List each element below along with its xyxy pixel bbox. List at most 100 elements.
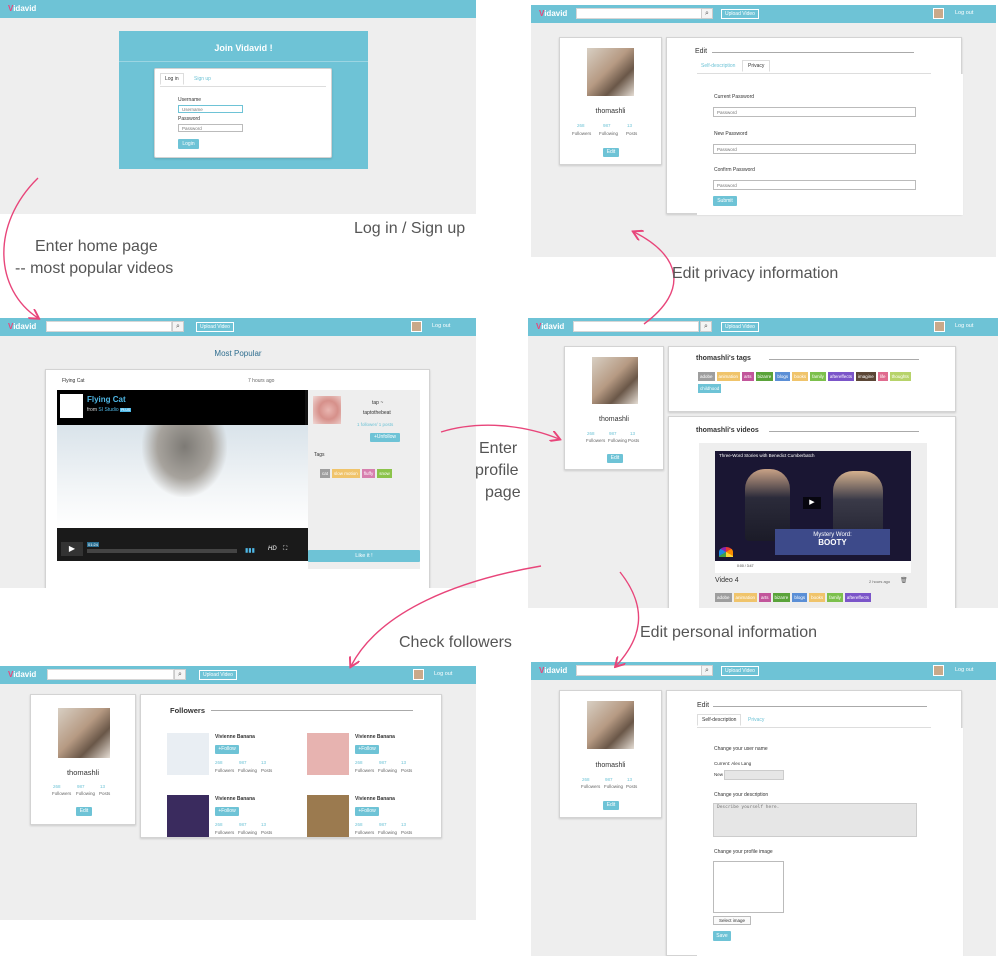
posts-count[interactable]: 13 — [630, 431, 635, 436]
tab-login[interactable]: Log in — [160, 73, 184, 85]
follow-button[interactable]: +Follow — [215, 745, 239, 754]
follow-button[interactable]: +Follow — [355, 745, 379, 754]
followers-count[interactable]: 268 — [53, 784, 61, 789]
followers-count[interactable]: 268 — [577, 123, 585, 128]
follow-button[interactable]: +Follow — [215, 807, 239, 816]
confirm-password-input[interactable] — [713, 180, 916, 190]
select-image-button[interactable]: Select image — [713, 916, 751, 925]
logout-link[interactable]: Log out — [955, 10, 973, 16]
search-input[interactable] — [46, 321, 172, 332]
upload-video-button[interactable]: Upload Video — [721, 666, 759, 676]
tag[interactable]: arts — [742, 372, 754, 381]
upload-video-button[interactable]: Upload Video — [196, 322, 234, 332]
upload-video-button[interactable]: Upload Video — [721, 322, 759, 332]
posts-count[interactable]: 13 — [627, 123, 632, 128]
username-input[interactable] — [178, 105, 243, 113]
edit-button[interactable]: Edit — [603, 148, 619, 157]
logout-link[interactable]: Log out — [955, 667, 973, 673]
avatar[interactable] — [933, 665, 944, 676]
posts-count[interactable]: 13 — [100, 784, 105, 789]
follower-posts-count[interactable]: 13 — [261, 822, 266, 827]
follower-posts-count[interactable]: 13 — [261, 760, 266, 765]
login-button[interactable]: Login — [178, 139, 199, 149]
progress-bar[interactable] — [87, 549, 237, 553]
unfollow-button[interactable]: +Unfollow — [370, 433, 400, 442]
follower-posts-count[interactable]: 13 — [401, 822, 406, 827]
search-icon[interactable]: ⌕ — [700, 321, 712, 332]
search-input[interactable] — [576, 665, 702, 676]
following-count[interactable]: 987 — [77, 784, 85, 789]
tag[interactable]: books — [792, 372, 809, 381]
follower-avatar[interactable] — [167, 733, 209, 775]
current-password-input[interactable] — [713, 107, 916, 117]
logo[interactable]: Vidavid — [536, 322, 564, 331]
follower-name[interactable]: Vivienne Banana — [215, 796, 255, 802]
video-thumbnail[interactable]: Three-Word Stories with Benedict Cumberb… — [715, 451, 911, 573]
tab-privacy[interactable]: Privacy — [748, 717, 764, 723]
following-count[interactable]: 987 — [603, 123, 611, 128]
tag[interactable]: bizarre — [772, 593, 791, 602]
search-input[interactable] — [573, 321, 699, 332]
edit-button[interactable]: Edit — [607, 454, 623, 463]
search-icon[interactable]: ⌕ — [701, 8, 713, 19]
description-textarea[interactable] — [713, 803, 917, 837]
follower-name[interactable]: Vivienne Banana — [355, 796, 395, 802]
upload-video-button[interactable]: Upload Video — [199, 670, 237, 680]
tag[interactable]: aftereffects — [827, 372, 855, 381]
tag[interactable]: family — [810, 372, 826, 381]
new-name-input[interactable] — [724, 770, 784, 780]
follower-following-count[interactable]: 987 — [239, 822, 247, 827]
tag[interactable]: imagine — [856, 372, 876, 381]
follower-following-count[interactable]: 987 — [379, 760, 387, 765]
search-icon[interactable]: ⌕ — [172, 321, 184, 332]
following-count[interactable]: 987 — [605, 777, 613, 782]
follower-followers-count[interactable]: 268 — [215, 760, 223, 765]
follow-button[interactable]: +Follow — [355, 807, 379, 816]
follower-followers-count[interactable]: 268 — [215, 822, 223, 827]
avatar[interactable] — [933, 8, 944, 19]
posts-count[interactable]: 13 — [627, 777, 632, 782]
tag[interactable]: blogs — [792, 593, 808, 602]
tag[interactable]: bizarre — [755, 372, 774, 381]
logout-link[interactable]: Log out — [434, 671, 452, 677]
follower-following-count[interactable]: 987 — [379, 822, 387, 827]
edit-button[interactable]: Edit — [603, 801, 619, 810]
follower-following-count[interactable]: 987 — [239, 760, 247, 765]
logo[interactable]: Vidavid — [539, 666, 567, 675]
tag[interactable]: slow motion — [332, 469, 360, 478]
follower-posts-count[interactable]: 13 — [401, 760, 406, 765]
tag[interactable]: aftereffects — [844, 593, 872, 602]
logout-link[interactable]: Log out — [432, 323, 450, 329]
tab-self-description[interactable]: Self-description — [701, 63, 735, 69]
tag[interactable]: snow — [377, 469, 392, 478]
follower-name[interactable]: Vivienne Banana — [355, 734, 395, 740]
follower-avatar[interactable] — [307, 795, 349, 837]
following-count[interactable]: 987 — [609, 431, 617, 436]
tag[interactable]: books — [809, 593, 826, 602]
hd-label[interactable]: HD — [268, 546, 277, 552]
tag[interactable]: life — [877, 372, 888, 381]
video-player[interactable]: Flying Cat from SI Studio PLUS ♥ ◷ ➤ ▶ 0… — [57, 390, 327, 561]
video-name[interactable]: Video 4 — [715, 577, 739, 584]
follower-followers-count[interactable]: 268 — [355, 822, 363, 827]
follower-name[interactable]: Vivienne Banana — [215, 734, 255, 740]
logo[interactable]: Vidavid — [8, 670, 36, 679]
save-button[interactable]: Save — [713, 931, 731, 941]
followers-count[interactable]: 268 — [587, 431, 595, 436]
tag[interactable]: cat — [320, 469, 331, 478]
logout-link[interactable]: Log out — [955, 323, 973, 329]
tag[interactable]: blogs — [775, 372, 791, 381]
submit-button[interactable]: Submit — [713, 196, 737, 206]
tag[interactable]: fluffy — [361, 469, 376, 478]
follower-avatar[interactable] — [167, 795, 209, 837]
volume-icon[interactable]: ▮▮▮ — [245, 547, 255, 554]
followers-count[interactable]: 268 — [582, 777, 590, 782]
tag[interactable]: animation — [716, 372, 741, 381]
logo[interactable]: Vidavid — [539, 9, 567, 18]
play-icon[interactable]: ▶ — [61, 542, 83, 556]
tag[interactable]: animation — [733, 593, 758, 602]
fullscreen-icon[interactable]: ⛶ — [283, 546, 287, 553]
edit-button[interactable]: Edit — [76, 807, 92, 816]
like-button[interactable]: Like it ! — [308, 550, 420, 562]
avatar[interactable] — [934, 321, 945, 332]
